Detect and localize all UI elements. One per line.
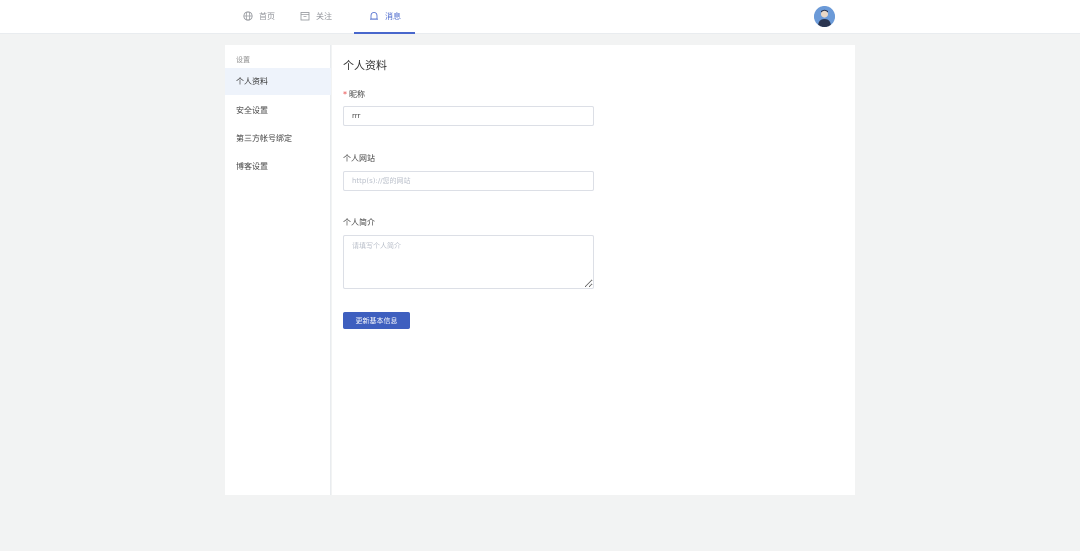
sidebar-item-third-party[interactable]: 第三方帐号绑定 <box>225 125 331 152</box>
globe-icon <box>242 11 253 22</box>
nav-home-label: 首页 <box>259 11 275 21</box>
bell-icon <box>368 11 379 22</box>
sidebar-item-security[interactable]: 安全设置 <box>225 97 331 124</box>
sidebar-item-label: 博客设置 <box>236 162 268 171</box>
nickname-label-text: 昵称 <box>349 90 365 99</box>
website-input[interactable] <box>343 171 594 191</box>
sidebar-item-blog[interactable]: 博客设置 <box>225 153 331 180</box>
required-mark: * <box>343 90 347 99</box>
bio-label: 个人简介 <box>343 218 375 227</box>
top-navbar: 首页 关注 消息 <box>0 0 1080 34</box>
nav-follow-label: 关注 <box>316 11 332 21</box>
user-avatar-icon <box>814 6 835 27</box>
page-title: 个人资料 <box>343 59 387 72</box>
sidebar-item-label: 第三方帐号绑定 <box>236 134 292 143</box>
sidebar-item-label: 安全设置 <box>236 106 268 115</box>
profile-panel: 个人资料 *昵称 个人网站 个人简介 更新基本信息 <box>332 45 855 495</box>
nav-messages-label: 消息 <box>385 11 401 21</box>
avatar[interactable] <box>814 6 835 27</box>
calendar-icon <box>299 11 310 22</box>
nav-home[interactable]: 首页 <box>240 0 277 34</box>
nickname-label: * 昵称 <box>343 89 365 100</box>
update-profile-button[interactable]: 更新基本信息 <box>343 312 410 329</box>
main-nav: 首页 关注 消息 <box>240 0 435 34</box>
nav-messages[interactable]: 消息 <box>354 0 415 34</box>
nickname-input[interactable] <box>343 106 594 126</box>
sidebar-item-label: 个人资料 <box>236 77 268 86</box>
bio-textarea[interactable] <box>343 235 594 289</box>
sidebar-item-profile[interactable]: 个人资料 <box>225 68 331 95</box>
sidebar-title: 设置 <box>236 56 250 64</box>
nav-follow[interactable]: 关注 <box>297 0 334 34</box>
settings-sidebar: 设置 个人资料 安全设置 第三方帐号绑定 博客设置 <box>225 45 331 495</box>
website-label: 个人网站 <box>343 154 375 163</box>
